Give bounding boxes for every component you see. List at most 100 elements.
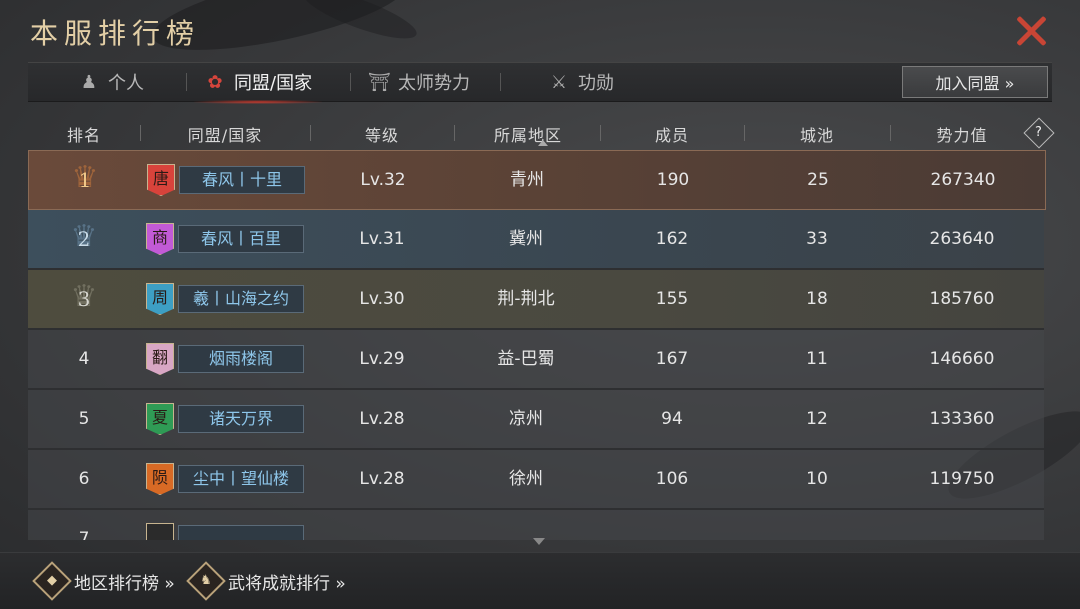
region-cell: 青州 — [510, 170, 544, 190]
alliance-flag-icon: 商 — [146, 223, 174, 255]
column-header: 排名 — [66, 126, 102, 145]
tab-bar: ♟ 个人 ✿ 同盟/国家 ⛩ 太师势力 ⚔ 功勋 加入同盟 » — [28, 62, 1052, 104]
power-cell: 119750 — [929, 469, 995, 489]
region-cell: 益-巴蜀 — [497, 349, 555, 369]
column-header: 城池 — [799, 126, 835, 145]
power-cell: 133360 — [929, 409, 995, 429]
sort-caret-icon — [538, 140, 548, 146]
table-row[interactable]: 6 陨 尘中丨望仙楼 Lv.28 徐州 106 10 119750 — [28, 450, 1044, 510]
alliance-name-link[interactable] — [178, 525, 304, 540]
region-cell: 徐州 — [509, 469, 543, 489]
alliance-name-link[interactable]: 烟雨楼阁 — [178, 345, 304, 373]
header-divider — [454, 125, 455, 141]
alliance-flag-icon: 夏 — [146, 403, 174, 435]
column-header: 同盟/国家 — [187, 126, 263, 145]
level-cell: Lv.32 — [360, 170, 406, 190]
column-header: 势力值 — [936, 126, 988, 145]
alliance-icon: ✿ — [207, 71, 223, 93]
column-header: 成员 — [654, 126, 690, 145]
cities-cell: 11 — [806, 349, 828, 369]
page-title: 本服排行榜 — [30, 17, 201, 50]
level-cell: Lv.30 — [359, 289, 405, 309]
table-row[interactable]: 2 商 春风丨百里 Lv.31 冀州 162 33 263640 — [28, 210, 1044, 270]
level-cell: Lv.28 — [359, 469, 405, 489]
cities-cell: 33 — [806, 229, 828, 249]
rank-cell: 5 — [78, 409, 90, 429]
tab-label: 同盟/国家 — [234, 73, 313, 94]
region-ranking-link[interactable]: ◆ 地区排行榜 » — [32, 561, 175, 601]
region-cell: 冀州 — [509, 229, 543, 249]
tab-taishi[interactable]: ⛩ 太师势力 — [368, 63, 470, 101]
alliance-name-link[interactable]: 春风丨百里 — [178, 225, 304, 253]
alliance-flag-icon: 翻 — [146, 343, 174, 375]
tab-label: 功勋 — [578, 73, 614, 94]
alliance-flag-icon — [146, 523, 174, 540]
close-icon[interactable] — [1014, 14, 1048, 48]
power-cell: 263640 — [929, 229, 995, 249]
alliance-name-link[interactable]: 羲丨山海之约 — [178, 285, 304, 313]
rank-badge-bronze-icon: 3 — [67, 280, 101, 316]
column-header: 等级 — [364, 126, 400, 145]
header-divider — [310, 125, 311, 141]
scroll-down-caret-icon — [533, 538, 545, 545]
alliance-name-link[interactable]: 诸天万界 — [178, 405, 304, 433]
rank-badge-gold-icon: 1 — [68, 161, 102, 197]
table-row[interactable]: 5 夏 诸天万界 Lv.28 凉州 94 12 133360 — [28, 390, 1044, 450]
table-header: 排名 同盟/国家 等级 所属地区 成员 城池 势力值 ? — [28, 117, 1055, 149]
table-row[interactable]: 4 翻 烟雨楼阁 Lv.29 益-巴蜀 167 11 146660 — [28, 330, 1044, 390]
bottom-bar: ◆ 地区排行榜 » ♞ 武将成就排行 » — [0, 552, 1080, 609]
members-cell: 155 — [655, 289, 689, 309]
level-cell: Lv.29 — [359, 349, 405, 369]
region-ranking-label: 地区排行榜 » — [74, 573, 175, 594]
alliance-flag-icon: 陨 — [146, 463, 174, 495]
region-cell: 荆-荆北 — [497, 289, 555, 309]
rank-cell: 7 — [78, 529, 90, 540]
tab-divider — [500, 73, 501, 91]
column-header-sortable[interactable]: 所属地区 — [494, 122, 562, 146]
tab-divider — [186, 73, 187, 91]
members-cell: 106 — [655, 469, 689, 489]
cities-cell: 25 — [807, 170, 829, 190]
general-achievement-label: 武将成就排行 » — [228, 573, 346, 594]
tab-label: 个人 — [108, 73, 144, 94]
rank-cell: 4 — [78, 349, 90, 369]
rank-cell: 6 — [78, 469, 90, 489]
table-row[interactable]: 1 唐 春风丨十里 Lv.32 青州 190 25 267340 — [28, 150, 1046, 210]
person-icon: ♟ — [80, 71, 98, 93]
cities-cell: 12 — [806, 409, 828, 429]
rank-badge-silver-icon: 2 — [67, 220, 101, 256]
power-cell: 146660 — [929, 349, 995, 369]
alliance-flag-icon: 唐 — [147, 164, 175, 196]
alliance-name-link[interactable]: 春风丨十里 — [179, 166, 305, 194]
region-cell: 凉州 — [509, 409, 543, 429]
header-divider — [890, 125, 891, 141]
tab-alliance[interactable]: ✿ 同盟/国家 — [193, 63, 323, 104]
level-cell: Lv.28 — [359, 409, 405, 429]
header-divider — [744, 125, 745, 141]
general-achievement-link[interactable]: ♞ 武将成就排行 » — [186, 561, 346, 601]
power-cell: 185760 — [929, 289, 995, 309]
level-cell: Lv.31 — [359, 229, 405, 249]
alliance-name-link[interactable]: 尘中丨望仙楼 — [178, 465, 304, 493]
tab-personal[interactable]: ♟ 个人 — [78, 63, 144, 101]
help-icon[interactable]: ? — [1023, 117, 1055, 149]
gate-icon: ⛩ — [368, 71, 391, 93]
cities-cell: 10 — [806, 469, 828, 489]
tab-merit[interactable]: ⚔ 功勋 — [548, 63, 614, 101]
members-cell: 94 — [661, 409, 683, 429]
members-cell: 167 — [655, 349, 689, 369]
table-row[interactable]: 7 — [28, 510, 1044, 540]
members-cell: 190 — [656, 170, 690, 190]
table-row[interactable]: 3 周 羲丨山海之约 Lv.30 荆-荆北 155 18 185760 — [28, 270, 1044, 330]
alliance-flag-icon: 周 — [146, 283, 174, 315]
cities-cell: 18 — [806, 289, 828, 309]
ranking-table[interactable]: 1 唐 春风丨十里 Lv.32 青州 190 25 267340 2 商 春风丨… — [28, 150, 1052, 540]
power-cell: 267340 — [930, 170, 996, 190]
header-divider — [140, 125, 141, 141]
region-icon: ◆ — [32, 561, 72, 601]
tab-divider — [350, 73, 351, 91]
join-alliance-button[interactable]: 加入同盟 » — [902, 66, 1048, 98]
crossed-swords-icon: ⚔ — [550, 71, 568, 93]
header-divider — [600, 125, 601, 141]
tab-label: 太师势力 — [398, 73, 470, 94]
